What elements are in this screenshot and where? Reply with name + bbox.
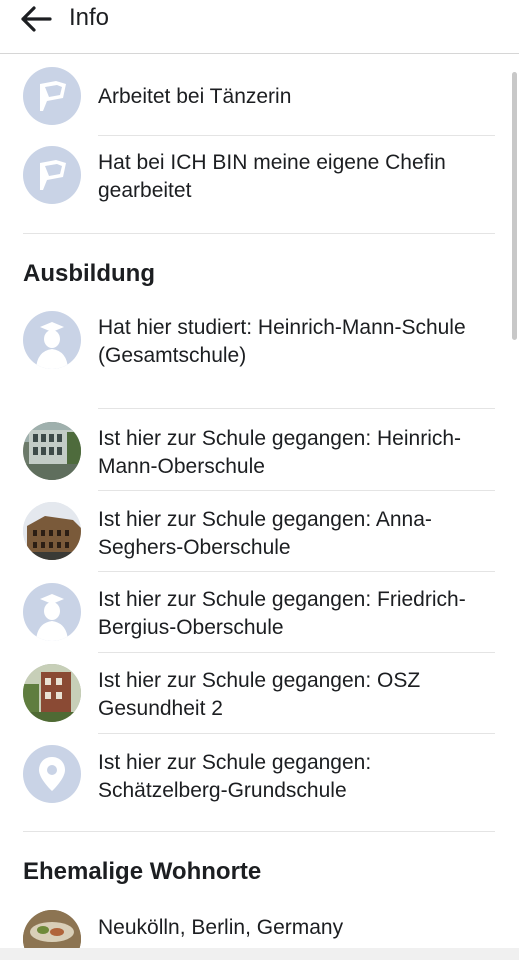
list-item-education-2[interactable]: Ist hier zur Schule gegangen: Heinrich-M… — [0, 422, 519, 488]
list-item-work-2[interactable]: Hat bei ICH BIN meine eigene Chefin gear… — [0, 145, 519, 225]
section-divider — [23, 233, 495, 234]
divider — [98, 571, 495, 572]
section-title-education: Ausbildung — [23, 260, 155, 287]
education-label: Ist hier zur Schule gegangen: Anna-Seghe… — [98, 508, 432, 559]
list-item-education-6[interactable]: Ist hier zur Schule gegangen: Schätzelbe… — [0, 745, 519, 811]
bottom-bar — [0, 948, 519, 960]
education-label: Ist hier zur Schule gegangen: Schätzelbe… — [98, 751, 372, 802]
divider — [98, 490, 495, 491]
graduate-icon — [23, 583, 81, 641]
list-item-work-1[interactable]: Arbeitet bei Tänzerin — [0, 67, 519, 137]
divider — [98, 733, 495, 734]
location-pin-icon — [23, 745, 81, 803]
list-item-education-1[interactable]: Hat hier studiert: Heinrich-Mann-Schule … — [0, 311, 519, 406]
top-bar: Info — [0, 0, 519, 54]
school-photo — [23, 422, 81, 480]
work-flag-icon — [23, 146, 81, 204]
list-item-education-3[interactable]: Ist hier zur Schule gegangen: Anna-Seghe… — [0, 502, 519, 568]
school-photo — [23, 664, 81, 722]
list-item-education-5[interactable]: Ist hier zur Schule gegangen: OSZ Gesund… — [0, 664, 519, 730]
education-label: Ist hier zur Schule gegangen: Heinrich-M… — [98, 427, 462, 478]
list-item-education-4[interactable]: Ist hier zur Schule gegangen: Friedrich-… — [0, 583, 519, 649]
section-title-residences: Ehemalige Wohnorte — [23, 858, 262, 885]
residence-label: Neukölln, Berlin, Germany — [98, 916, 344, 939]
divider — [98, 652, 495, 653]
page-title: Info — [69, 4, 110, 31]
work-flag-icon — [23, 67, 81, 125]
education-label: Ist hier zur Schule gegangen: OSZ Gesund… — [98, 669, 421, 720]
school-photo — [23, 502, 81, 560]
education-label: Ist hier zur Schule gegangen: Friedrich-… — [98, 588, 466, 639]
divider — [98, 135, 495, 136]
work-label: Arbeitet bei Tänzerin — [98, 85, 292, 108]
divider — [98, 408, 495, 409]
education-label: Hat hier studiert: Heinrich-Mann-Schule … — [98, 316, 466, 367]
section-divider — [23, 831, 495, 832]
back-arrow-icon — [21, 6, 52, 32]
graduate-icon — [23, 311, 81, 369]
work-label: Hat bei ICH BIN meine eigene Chefin gear… — [98, 151, 446, 202]
back-button[interactable] — [16, 2, 56, 36]
